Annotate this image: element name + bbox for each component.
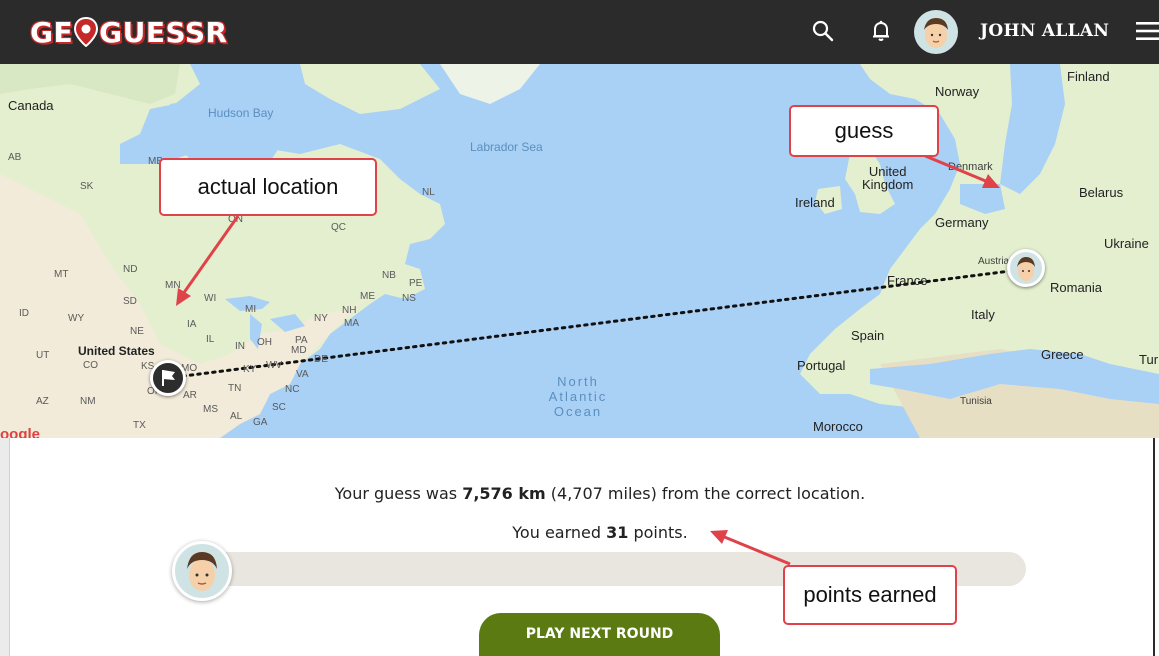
map-label-state: QC [331, 222, 346, 233]
map-label-state: PE [409, 278, 423, 289]
actual-location-flag-marker[interactable] [150, 360, 186, 396]
points-value: 31 [606, 523, 629, 542]
guess-avatar-marker[interactable] [1007, 249, 1045, 287]
points-summary: You earned 31 points. [512, 523, 688, 542]
map-label-state: IA [187, 319, 197, 330]
map-label-state: AB [8, 152, 22, 163]
map-label-state: KY [243, 364, 257, 375]
map-label-state: MD [291, 345, 307, 356]
google-attribution: oogle [0, 426, 40, 438]
result-map[interactable]: Canada Hudson Bay Labrador Sea Finland N… [0, 64, 1159, 438]
map-label-state: UT [36, 350, 50, 361]
distance-km: 7,576 km [462, 484, 546, 503]
map-label-state: NY [314, 313, 328, 324]
bell-icon[interactable] [868, 18, 894, 44]
map-label-state: IL [206, 334, 215, 345]
logo-text-left: GE [30, 15, 74, 49]
distance-summary: Your guess was 7,576 km (4,707 miles) fr… [334, 484, 866, 503]
map-label-state: TX [133, 420, 146, 431]
map-label-state: NM [80, 396, 96, 407]
map-label-greece: Greece [1041, 347, 1084, 362]
map-label-state: GA [253, 417, 268, 428]
map-label-finland: Finland [1067, 69, 1110, 84]
map-label-state: MT [54, 269, 69, 280]
map-label-state: ND [123, 264, 138, 275]
map-label-italy: Italy [971, 307, 995, 322]
callout-actual-location: actual location [159, 158, 377, 216]
map-label-state: AR [183, 390, 197, 401]
map-label-austria: Austria [978, 256, 1010, 267]
map-label-state: NE [130, 326, 144, 337]
map-label-state: SK [80, 181, 94, 192]
right-frame-edge [1153, 438, 1159, 656]
map-label-state: WI [204, 293, 217, 304]
map-label-turkey: Tur [1139, 352, 1159, 367]
map-label-state: MN [165, 280, 181, 291]
map-label-state: SC [272, 402, 286, 413]
geoguessr-logo[interactable]: GE GUESSR [30, 14, 228, 50]
map-label-state: TN [228, 383, 242, 394]
map-label-state: NS [402, 293, 416, 304]
map-label-ireland: Ireland [795, 195, 835, 210]
map-label-north-atlantic: North Atlantic Ocean [548, 374, 608, 419]
logo-text-right: GUESSR [99, 15, 228, 49]
callout-points-earned: points earned [783, 565, 957, 625]
username[interactable]: JOHN ALLAN [980, 21, 1109, 41]
map-label-state: WY [68, 313, 85, 324]
map-label-state: IN [235, 341, 245, 352]
map-label-state: WV [266, 360, 283, 371]
map-label-denmark: Denmark [948, 161, 993, 173]
map-label-state: MI [245, 304, 257, 315]
map-label-state: CO [83, 360, 98, 371]
map-label-tunisia: Tunisia [960, 396, 992, 407]
map-label-hudson-bay: Hudson Bay [208, 106, 274, 120]
map-label-ukraine: Ukraine [1104, 236, 1149, 251]
map-label-united-kingdom: United Kingdom [862, 164, 914, 192]
map-label-state: AL [230, 411, 243, 422]
map-label-state: ID [19, 308, 29, 319]
map-label-state: NC [285, 384, 300, 395]
map-label-romania: Romania [1050, 280, 1103, 295]
map-label-state: NH [342, 305, 357, 316]
callout-guess: guess [789, 105, 939, 157]
map-label-state: NB [382, 270, 396, 281]
map-label-state: AZ [36, 396, 49, 407]
user-avatar[interactable] [914, 10, 958, 54]
left-frame-edge [0, 438, 10, 656]
play-next-round-button[interactable]: PLAY NEXT ROUND [479, 613, 720, 656]
player-avatar-progress [172, 541, 232, 601]
map-label-state: NL [422, 187, 435, 198]
map-label-belarus: Belarus [1079, 185, 1124, 200]
map-label-state: OH [257, 337, 272, 348]
map-label-france: France [887, 273, 928, 288]
map-label-state: DE [314, 354, 328, 365]
search-icon[interactable] [810, 18, 836, 44]
map-label-germany: Germany [935, 215, 989, 230]
map-label-state: MS [203, 404, 218, 415]
map-label-spain: Spain [851, 328, 885, 343]
map-pin-icon [74, 17, 99, 47]
map-label-morocco: Morocco [813, 419, 863, 434]
map-label-state: SD [123, 296, 137, 307]
map-label-canada: Canada [8, 98, 54, 113]
map-label-norway: Norway [935, 84, 980, 99]
map-label-united-states: United States [78, 344, 155, 358]
hamburger-menu-icon[interactable] [1136, 21, 1159, 41]
map-label-state: MA [344, 318, 359, 329]
top-nav-bar: GE GUESSR JOHN ALLAN [0, 0, 1159, 64]
map-label-labrador-sea: Labrador Sea [470, 140, 543, 154]
map-label-state: ME [360, 291, 375, 302]
map-label-portugal: Portugal [797, 358, 846, 373]
flag-icon [162, 370, 175, 386]
map-label-state: VA [296, 369, 309, 380]
